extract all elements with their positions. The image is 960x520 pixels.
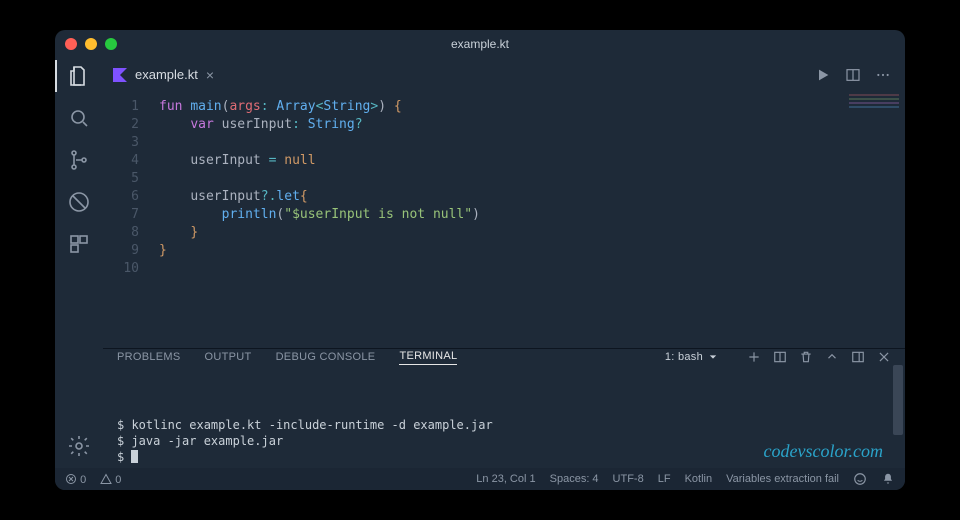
status-eol[interactable]: LF (658, 473, 671, 485)
status-errors[interactable]: 0 (65, 473, 86, 486)
activity-bar (55, 58, 103, 468)
kotlin-file-icon (113, 68, 127, 82)
editor-window: example.kt (55, 30, 905, 490)
panel-tab-problems[interactable]: PROBLEMS (117, 351, 181, 363)
titlebar: example.kt (55, 30, 905, 58)
panel-tab-debug[interactable]: DEBUG CONSOLE (276, 351, 376, 363)
toggle-panel-icon[interactable] (851, 350, 865, 364)
kill-terminal-icon[interactable] (799, 350, 813, 364)
terminal-scrollbar[interactable] (893, 365, 903, 435)
chevron-down-icon (709, 353, 717, 361)
status-indentation[interactable]: Spaces: 4 (550, 473, 599, 485)
feedback-icon[interactable] (853, 472, 867, 486)
line-gutter: 12345678910 (103, 92, 149, 348)
error-icon (65, 473, 77, 485)
panel-tab-terminal[interactable]: TERMINAL (399, 350, 457, 365)
status-language[interactable]: Kotlin (685, 473, 713, 485)
close-tab-icon[interactable]: × (206, 67, 214, 83)
debug-icon[interactable] (55, 190, 103, 214)
split-editor-icon[interactable] (845, 67, 861, 83)
status-cursor-position[interactable]: Ln 23, Col 1 (476, 473, 535, 485)
more-actions-icon[interactable] (875, 67, 891, 83)
code-editor[interactable]: 12345678910 fun main(args: Array<String>… (103, 92, 905, 348)
tab-example-kt[interactable]: example.kt × (103, 58, 224, 92)
search-icon[interactable] (55, 106, 103, 130)
status-warnings[interactable]: 0 (100, 473, 121, 486)
tab-label: example.kt (135, 67, 198, 82)
terminal-selector[interactable]: 1: bash (659, 349, 723, 365)
run-icon[interactable] (815, 67, 831, 83)
window-controls (65, 38, 117, 50)
maximize-panel-icon[interactable] (825, 350, 839, 364)
split-terminal-icon[interactable] (773, 350, 787, 364)
editor-tabs: example.kt × (103, 58, 905, 92)
panel-tab-output[interactable]: OUTPUT (205, 351, 252, 363)
status-bar: 0 0 Ln 23, Col 1 Spaces: 4 UTF-8 LF Kotl… (55, 468, 905, 490)
warning-icon (100, 473, 112, 485)
code-area[interactable]: fun main(args: Array<String>) { var user… (149, 92, 905, 348)
new-terminal-icon[interactable] (747, 350, 761, 364)
extensions-icon[interactable] (55, 232, 103, 256)
bell-icon[interactable] (881, 472, 895, 486)
source-control-icon[interactable] (55, 148, 103, 172)
status-extra[interactable]: Variables extraction fail (726, 473, 839, 485)
explorer-icon[interactable] (55, 64, 103, 88)
settings-gear-icon[interactable] (55, 434, 103, 458)
status-encoding[interactable]: UTF-8 (613, 473, 644, 485)
minimize-window-button[interactable] (85, 38, 97, 50)
window-title: example.kt (55, 37, 905, 51)
terminal-output[interactable]: $ kotlinc example.kt -include-runtime -d… (103, 365, 905, 469)
bottom-panel: PROBLEMS OUTPUT DEBUG CONSOLE TERMINAL 1… (103, 348, 905, 468)
close-window-button[interactable] (65, 38, 77, 50)
close-panel-icon[interactable] (877, 350, 891, 364)
minimap[interactable] (849, 94, 899, 122)
zoom-window-button[interactable] (105, 38, 117, 50)
